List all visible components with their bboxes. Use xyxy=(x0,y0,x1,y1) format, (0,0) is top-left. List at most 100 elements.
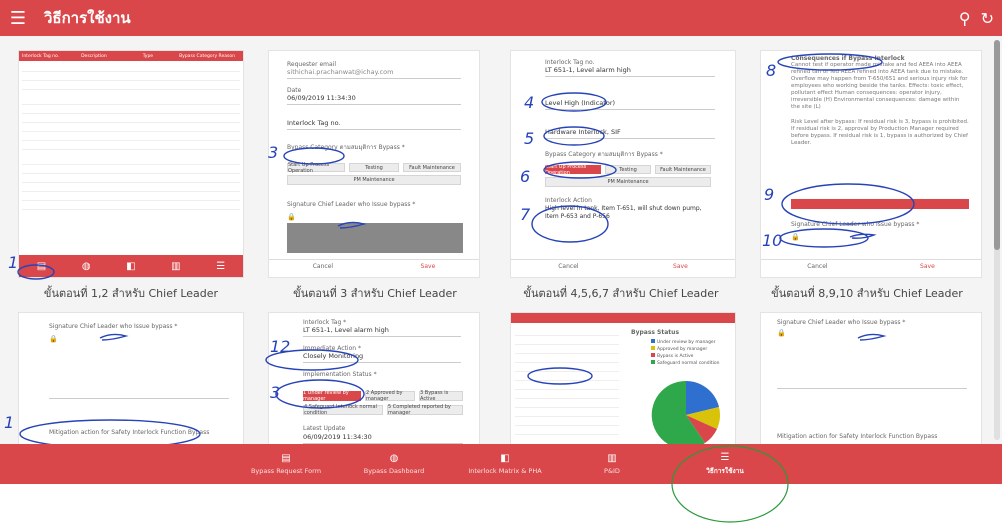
status-active-button[interactable]: 3 Bypass is Active xyxy=(419,390,463,402)
interlock-tag-field[interactable]: Interlock Tag no. xyxy=(287,119,461,130)
fault-button-2[interactable]: Fault Maintenance xyxy=(655,165,711,174)
column-type: Type xyxy=(142,53,154,59)
action-label: Interlock Action xyxy=(545,197,592,204)
status-pie-chart xyxy=(651,380,720,444)
step-1-2-screenshot: Interlock Tag no. Description Type Bypas… xyxy=(18,50,244,278)
refresh-icon[interactable]: ↻ xyxy=(981,9,994,28)
step-dashboard-screenshot: Bypass Status Under review by manager Ap… xyxy=(510,312,736,444)
column-description: Description xyxy=(81,53,107,59)
step-signature-screenshot: Signature Chief Leader who Issue bypass … xyxy=(18,312,244,444)
scrollbar[interactable] xyxy=(994,40,1000,440)
signature-box-8[interactable] xyxy=(777,327,967,389)
nav-label: P&ID xyxy=(604,467,620,475)
form-footer: Cancel Save xyxy=(269,259,479,273)
scrollbar-thumb[interactable] xyxy=(994,40,1000,250)
signature-pad[interactable] xyxy=(287,223,463,253)
description-value: Level High (Indicator) xyxy=(545,99,715,110)
tag-value: LT 651-1, Level alarm high xyxy=(545,66,715,77)
signature-box-5[interactable] xyxy=(49,333,229,399)
nav-label: Bypass Request Form xyxy=(250,467,322,475)
nav-label: Interlock Matrix & PHA xyxy=(468,467,542,475)
status-safeguard-button[interactable]: 4 Safeguard Interlock normal condition xyxy=(303,404,383,416)
cancel-button-2[interactable]: Cancel xyxy=(558,263,578,270)
hamburger-icon[interactable]: ☰ xyxy=(0,0,36,36)
app-title: วิธีการใช้งาน xyxy=(44,9,131,27)
caption-step-8-10: ขั้นตอนที่ 8,9,10 สำหรับ Chief Leader xyxy=(771,287,963,300)
nav-interlock-matrix[interactable]: ◧ Interlock Matrix & PHA xyxy=(450,444,560,484)
requester-label: Requester email xyxy=(287,61,336,68)
mitigation-label-8: Mitigation action for Safety Interlock F… xyxy=(777,433,938,440)
nav-label: Bypass Dashboard xyxy=(363,467,425,475)
save-button-4[interactable]: Save xyxy=(920,263,935,270)
category-label: Bypass Category ตามสมมุติการ Bypass * xyxy=(287,144,405,151)
nav-pid[interactable]: ▥ P&ID xyxy=(582,444,642,484)
pm-button-2[interactable]: PM Maintenance xyxy=(545,177,711,187)
annotation-number: 1 xyxy=(8,253,18,272)
risk-text: Risk Level after bypass: If residual ris… xyxy=(791,119,969,146)
date-value: 06/09/2019 11:34:30 xyxy=(287,94,461,105)
search-icon[interactable]: ⚲ xyxy=(959,9,971,28)
legend-item: Bypass is Active xyxy=(651,353,720,360)
start-up-button[interactable]: Start Up Process Operation xyxy=(287,162,345,174)
nav-how-to-use[interactable]: ☰ วิธีการใช้งาน xyxy=(690,444,760,484)
step-3-screenshot: Requester email sithichai.prachanwat@ich… xyxy=(268,50,480,278)
mitigation-label-5: Mitigation action for Safety Interlock F… xyxy=(49,429,210,436)
app-bar: ☰ วิธีการใช้งาน ⚲ ↻ xyxy=(0,0,1002,36)
nav-label: วิธีการใช้งาน xyxy=(706,467,744,475)
save-button-2[interactable]: Save xyxy=(673,263,688,270)
nav-bypass-request-form[interactable]: ▤ Bypass Request Form xyxy=(236,444,336,484)
cancel-button-4[interactable]: Cancel xyxy=(807,263,827,270)
bottom-navigation: ▤ Bypass Request Form ◍ Bypass Dashboard… xyxy=(0,444,1002,484)
chart-icon: ▥ xyxy=(607,453,617,464)
form-footer-4: Cancel Save xyxy=(761,259,981,273)
consequence-text: Cannot test if operator made mistake and… xyxy=(791,62,968,110)
matrix-icon: ◧ xyxy=(500,453,510,464)
testing-button-2[interactable]: Testing xyxy=(605,165,651,174)
dashboard-icon: ◍ xyxy=(389,453,399,464)
pm-button[interactable]: PM Maintenance xyxy=(287,175,461,185)
action-value: High level in tank, Item T-651, will shu… xyxy=(545,205,702,220)
start-up-button-active[interactable]: Start Up Process Operation xyxy=(545,164,601,176)
nav-bypass-dashboard[interactable]: ◍ Bypass Dashboard xyxy=(344,444,444,484)
lock-icon-4: 🔒 xyxy=(791,233,800,241)
tag-label-6: Interlock Tag * xyxy=(303,319,347,326)
caption-step-1-2: ขั้นตอนที่ 1,2 สำหรับ Chief Leader xyxy=(43,287,219,300)
signature-label-8: Signature Chief Leader who Issue bypass … xyxy=(777,319,906,326)
risk-confirm-button[interactable] xyxy=(791,199,969,209)
tag-value-6: LT 651-1, Level alarm high xyxy=(303,326,461,337)
legend-item: Under review by manager xyxy=(651,339,720,346)
column-category: Bypass Category Reason xyxy=(179,53,235,59)
signature-label-5: Signature Chief Leader who Issue bypass … xyxy=(49,323,178,330)
date-value-6: 06/09/2019 11:34:30 xyxy=(303,433,463,444)
testing-button[interactable]: Testing xyxy=(349,163,399,172)
status-approved-button[interactable]: 2 Approved by manager xyxy=(365,390,415,402)
caption-step-3: ขั้นตอนที่ 3 สำหรับ Chief Leader xyxy=(293,287,457,300)
annotation-number: 1 xyxy=(4,413,14,432)
lock-icon: 🔒 xyxy=(287,213,296,221)
caption-step-4-7: ขั้นตอนที่ 4,5,6,7 สำหรับ Chief Leader xyxy=(523,287,719,300)
list-icon: ☰ xyxy=(720,452,730,463)
legend-item: Approved by manager xyxy=(651,346,720,353)
step-4-7-screenshot: Interlock Tag no. LT 651-1, Level alarm … xyxy=(510,50,736,278)
status-under-review-button[interactable]: 1 Under review by manager xyxy=(303,390,361,402)
signature-label-4: Signature Chief Leader who Issue bypass … xyxy=(791,221,920,228)
date-label: Date xyxy=(287,87,302,94)
form-footer-2: Cancel Save xyxy=(511,259,735,273)
consequence-label: Consequences if Bypass Interlock xyxy=(791,55,905,62)
save-button[interactable]: Save xyxy=(421,263,436,270)
step-8-10-screenshot: Consequences if Bypass Interlock Cannot … xyxy=(760,50,982,278)
step-mitigation-screenshot: Signature Chief Leader who Issue bypass … xyxy=(760,312,982,444)
column-tag: Interlock Tag no. xyxy=(22,53,60,59)
legend-item: Safeguard normal condition xyxy=(651,360,720,367)
status-label-6: Implementation Status * xyxy=(303,371,377,378)
instructions-content: Interlock Tag no. Description Type Bypas… xyxy=(0,36,1002,444)
category-label-2: Bypass Category ตามสมมุติการ Bypass * xyxy=(545,151,663,158)
dashboard-chart-title: Bypass Status xyxy=(631,329,680,336)
status-completed-button[interactable]: 5 Completed reported by manager xyxy=(387,404,463,416)
action-value-6[interactable]: Closely Monitoring xyxy=(303,352,461,363)
fault-button[interactable]: Fault Maintenance xyxy=(403,163,461,172)
requester-value: sithichai.prachanwat@ichay.com xyxy=(287,68,461,79)
tag-label: Interlock Tag no. xyxy=(545,59,595,66)
cancel-button[interactable]: Cancel xyxy=(313,263,333,270)
document-icon: ▤ xyxy=(281,453,291,464)
